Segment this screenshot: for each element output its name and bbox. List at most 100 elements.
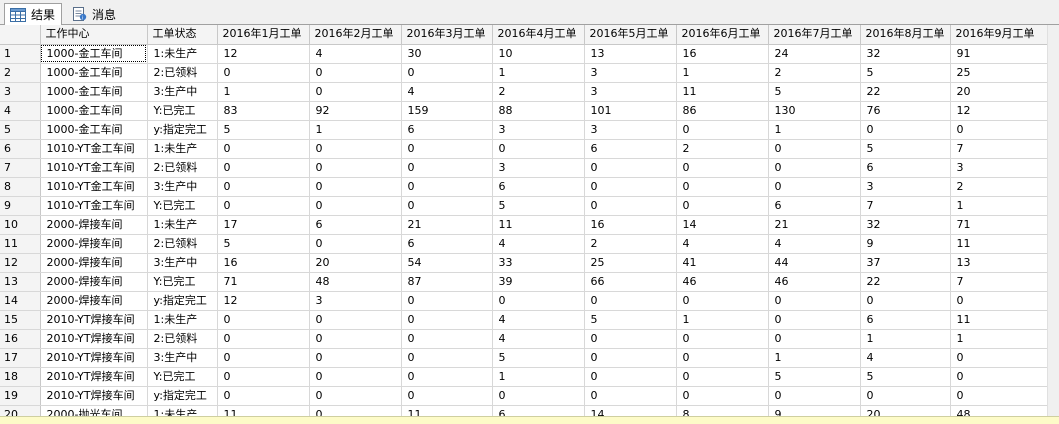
table-cell[interactable]: 2:已领料 [147,329,218,349]
table-cell[interactable]: 0 [401,291,493,311]
table-cell[interactable]: 0 [950,348,1048,368]
row-number[interactable]: 5 [0,120,41,140]
table-cell[interactable]: 6 [401,234,493,254]
table-cell[interactable]: 1010-YT金工车间 [40,196,148,216]
row-number[interactable]: 19 [0,386,41,406]
table-cell[interactable]: 12 [950,101,1048,121]
table-cell[interactable]: 5 [584,310,677,330]
table-cell[interactable]: 4 [860,348,951,368]
table-cell[interactable]: 88 [492,101,585,121]
table-cell[interactable]: 1 [950,329,1048,349]
table-cell[interactable]: 2000-焊接车间 [40,272,148,292]
table-cell[interactable]: 8 [676,405,769,416]
table-cell[interactable]: 0 [309,329,402,349]
table-cell[interactable]: 0 [217,329,310,349]
table-cell[interactable]: 9 [860,234,951,254]
table-cell[interactable]: 0 [676,291,769,311]
table-row[interactable]: 8 1010-YT金工车间 3:生产中 0 0 0 6 0 0 0 3 2 [0,177,1048,197]
table-cell[interactable]: 1:未生产 [147,139,218,159]
table-cell[interactable]: 0 [401,63,493,83]
column-header[interactable]: 2016年5月工单 [584,25,677,45]
table-cell[interactable]: 0 [217,367,310,387]
table-cell[interactable]: 0 [950,386,1048,406]
table-cell[interactable]: 0 [676,348,769,368]
row-number[interactable]: 10 [0,215,41,235]
table-cell[interactable]: 46 [768,272,861,292]
table-cell[interactable]: 33 [492,253,585,273]
table-cell[interactable]: 0 [401,386,493,406]
table-cell[interactable]: 2 [676,139,769,159]
table-cell[interactable]: 1000-金工车间 [40,63,148,83]
table-row[interactable]: 19 2010-YT焊接车间 y:指定完工 0 0 0 0 0 0 0 0 0 [0,386,1048,406]
row-number[interactable]: 15 [0,310,41,330]
table-cell[interactable]: 54 [401,253,493,273]
row-number[interactable]: 18 [0,367,41,387]
table-cell[interactable]: 7 [950,139,1048,159]
table-cell[interactable]: 1:未生产 [147,215,218,235]
table-cell[interactable]: 16 [217,253,310,273]
table-cell[interactable]: 0 [492,139,585,159]
table-cell[interactable]: 11 [950,234,1048,254]
table-cell[interactable]: 4 [309,44,402,64]
table-cell[interactable]: 3 [584,63,677,83]
table-cell[interactable]: 2 [492,82,585,102]
table-cell[interactable]: 17 [217,215,310,235]
row-number[interactable]: 6 [0,139,41,159]
table-cell[interactable]: 0 [584,329,677,349]
table-cell[interactable]: 1:未生产 [147,44,218,64]
table-cell[interactable]: 2 [584,234,677,254]
row-number[interactable]: 13 [0,272,41,292]
table-cell[interactable]: 24 [768,44,861,64]
table-cell[interactable]: 6 [768,196,861,216]
table-cell[interactable]: 0 [676,386,769,406]
table-cell[interactable]: 5 [217,120,310,140]
table-cell[interactable]: Y:已完工 [147,196,218,216]
table-row[interactable]: 5 1000-金工车间 y:指定完工 5 1 6 3 3 0 1 0 0 [0,120,1048,140]
table-cell[interactable]: 1000-金工车间 [40,120,148,140]
table-cell[interactable]: 4 [768,234,861,254]
table-row[interactable]: 17 2010-YT焊接车间 3:生产中 0 0 0 5 0 0 1 4 0 [0,348,1048,368]
column-header[interactable]: 2016年7月工单 [768,25,861,45]
table-cell[interactable]: 5 [492,348,585,368]
tab-messages[interactable]: i 消息 [66,3,122,25]
table-cell[interactable]: 10 [492,44,585,64]
table-cell[interactable]: 6 [584,139,677,159]
table-cell[interactable]: 0 [309,158,402,178]
table-cell[interactable]: 1 [950,196,1048,216]
table-cell[interactable]: Y:已完工 [147,272,218,292]
table-cell[interactable]: 3 [860,177,951,197]
table-cell[interactable]: 2000-焊接车间 [40,215,148,235]
table-cell[interactable]: 0 [768,158,861,178]
table-cell[interactable]: 76 [860,101,951,121]
table-cell[interactable]: 3:生产中 [147,348,218,368]
table-cell[interactable]: 6 [492,177,585,197]
table-cell[interactable]: 0 [950,120,1048,140]
table-cell[interactable]: 14 [676,215,769,235]
vertical-scrollbar[interactable] [1047,25,1059,416]
table-cell[interactable]: 9 [768,405,861,416]
table-cell[interactable]: 0 [492,386,585,406]
table-cell[interactable]: 0 [309,196,402,216]
tab-results[interactable]: 结果 [4,3,63,26]
row-number[interactable]: 9 [0,196,41,216]
table-cell[interactable]: 11 [492,215,585,235]
table-cell[interactable]: 0 [309,310,402,330]
table-cell[interactable]: 39 [492,272,585,292]
table-cell[interactable]: 0 [768,386,861,406]
table-cell[interactable]: 30 [401,44,493,64]
table-cell[interactable]: 1010-YT金工车间 [40,139,148,159]
row-number[interactable]: 16 [0,329,41,349]
table-cell[interactable]: 2:已领料 [147,158,218,178]
table-cell[interactable]: 1 [309,120,402,140]
table-row[interactable]: 11 2000-焊接车间 2:已领料 5 0 6 4 2 4 4 9 11 [0,234,1048,254]
table-cell[interactable]: 0 [584,158,677,178]
row-number[interactable]: 14 [0,291,41,311]
table-cell[interactable]: 11 [401,405,493,416]
table-cell[interactable]: 0 [309,348,402,368]
table-cell[interactable]: 3 [492,158,585,178]
table-cell[interactable]: 20 [950,82,1048,102]
table-cell[interactable]: 0 [676,367,769,387]
table-cell[interactable]: 0 [401,158,493,178]
table-cell[interactable]: 0 [309,367,402,387]
table-cell[interactable]: 6 [860,310,951,330]
